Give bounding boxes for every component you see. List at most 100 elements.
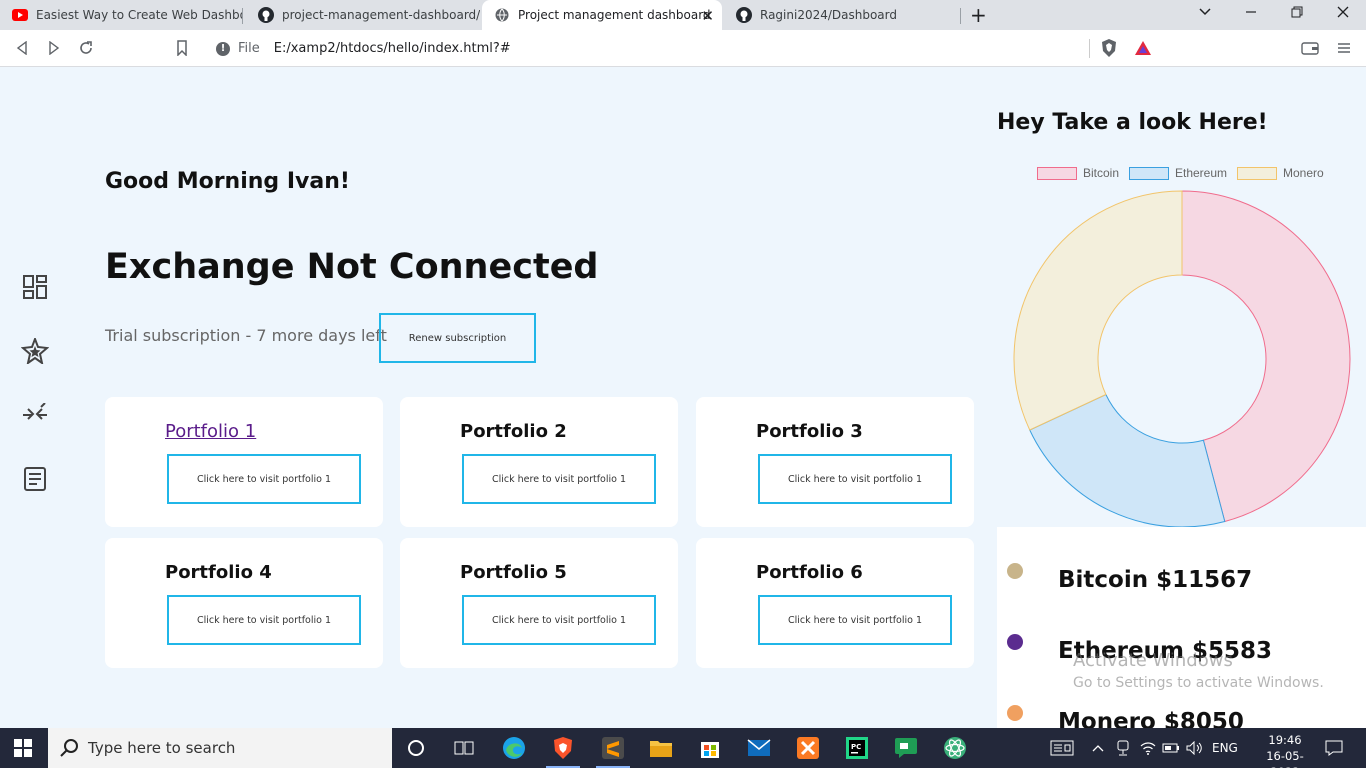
tab-title: project-management-dashboard/inde [282, 8, 480, 22]
bookmark-icon[interactable] [172, 38, 192, 58]
tray-language[interactable]: ENG [1212, 728, 1238, 768]
back-icon[interactable] [12, 38, 32, 58]
tab-project-dashboard[interactable]: Project management dashboard ✕ [482, 0, 722, 30]
brave-shields-icon[interactable] [1099, 38, 1119, 58]
dashboard-page: Good Morning Ivan! Exchange Not Connecte… [0, 67, 1366, 728]
legend-item-bitcoin[interactable]: Bitcoin [1037, 166, 1119, 180]
pycharm-icon[interactable]: PC [844, 735, 870, 761]
portfolio-3-title[interactable]: Portfolio 3 [756, 421, 863, 442]
portfolio-card-3: Portfolio 3 Click here to visit portfoli… [696, 397, 974, 527]
exchange-status-heading: Exchange Not Connected [105, 247, 599, 287]
cortana-icon[interactable] [403, 735, 429, 761]
tray-clock[interactable]: 19:46 16-05-2022 [1262, 732, 1308, 768]
xampp-icon[interactable] [795, 735, 821, 761]
search-icon [60, 738, 80, 762]
forward-icon[interactable] [44, 38, 64, 58]
trial-subscription-text: Trial subscription - 7 more days left [105, 326, 387, 345]
reload-icon[interactable] [76, 38, 96, 58]
tab-title: Project management dashboard [518, 8, 711, 22]
tab-youtube[interactable]: Easiest Way to Create Web Dashboard [0, 0, 242, 30]
legend-item-ethereum[interactable]: Ethereum [1129, 166, 1227, 180]
portfolio-card-5: Portfolio 5 Click here to visit portfoli… [400, 538, 678, 668]
dashboard-icon[interactable] [20, 272, 50, 302]
tray-wifi-icon[interactable] [1140, 728, 1156, 768]
legend-item-monero[interactable]: Monero [1237, 166, 1324, 180]
bitcoin-dot-icon [1007, 563, 1023, 579]
globe-icon [494, 7, 510, 23]
browser-toolbar: ! File E:/xamp2/htdocs/hello/index.html?… [0, 30, 1366, 67]
tray-time: 19:46 [1268, 733, 1302, 747]
svg-text:PC: PC [851, 743, 861, 751]
coin-donut-chart [1013, 190, 1351, 528]
tray-volume-icon[interactable] [1186, 728, 1204, 768]
stars-icon[interactable] [20, 336, 50, 366]
collapse-arrows-icon[interactable] [20, 400, 50, 430]
coin-item-bitcoin: Bitcoin $11567 [997, 563, 1366, 603]
coin-price-panel: Bitcoin $11567 Ethereum $5583 Monero $80… [997, 527, 1366, 728]
portfolio-5-title[interactable]: Portfolio 5 [460, 562, 567, 583]
watermark-subtitle: Go to Settings to activate Windows. [1073, 675, 1324, 691]
legend-swatch [1037, 166, 1077, 180]
tray-chevron-up-icon[interactable] [1092, 728, 1104, 768]
document-icon[interactable] [20, 464, 50, 494]
wallet-icon[interactable] [1300, 38, 1320, 58]
monero-dot-icon [1007, 705, 1023, 721]
github-icon [736, 7, 752, 23]
taskbar-search-input[interactable]: Type here to search [48, 728, 392, 768]
close-window-button[interactable] [1336, 5, 1350, 23]
portfolio-card-4: Portfolio 4 Click here to visit portfoli… [105, 538, 383, 668]
watermark-title: Activate Windows [1073, 650, 1233, 671]
tab-divider [960, 8, 961, 24]
portfolio-4-title[interactable]: Portfolio 4 [165, 562, 272, 583]
atom-icon[interactable] [942, 735, 968, 761]
edge-browser-icon[interactable] [501, 735, 527, 761]
portfolio-6-title[interactable]: Portfolio 6 [756, 562, 863, 583]
ethereum-dot-icon [1007, 634, 1023, 650]
coin-item-monero: Monero $8050 [997, 705, 1366, 728]
legend-swatch [1237, 166, 1277, 180]
restore-button[interactable] [1290, 5, 1304, 23]
microsoft-store-icon[interactable] [697, 735, 723, 761]
tab-divider [242, 8, 243, 24]
chart-title: Hey Take a look Here! [997, 110, 1268, 135]
portfolio-2-title[interactable]: Portfolio 2 [460, 421, 567, 442]
renew-subscription-button[interactable]: Renew subscription [379, 313, 536, 363]
file-explorer-icon[interactable] [648, 735, 674, 761]
portfolio-1-link[interactable]: Portfolio 1 [165, 421, 256, 442]
tab-github-project[interactable]: project-management-dashboard/inde [246, 0, 480, 30]
youtube-icon [12, 7, 28, 23]
address-bar[interactable]: ! File E:/xamp2/htdocs/hello/index.html?… [206, 35, 1161, 62]
task-view-icon[interactable] [451, 735, 477, 761]
menu-icon[interactable] [1334, 38, 1354, 58]
portfolio-card-6: Portfolio 6 Click here to visit portfoli… [696, 538, 974, 668]
new-tab-button[interactable]: + [970, 3, 987, 27]
site-info-icon[interactable]: ! [216, 41, 230, 56]
donut-slice-monero[interactable] [1013, 190, 1183, 431]
mail-icon[interactable] [746, 735, 772, 761]
tab-search-chevron-icon[interactable] [1198, 5, 1212, 23]
close-tab-icon[interactable]: ✕ [701, 7, 714, 25]
visit-portfolio-5-button[interactable]: Click here to visit portfolio 1 [462, 595, 656, 645]
browser-tab-strip: Easiest Way to Create Web Dashboard proj… [0, 0, 1366, 30]
notification-icon[interactable] [1325, 728, 1343, 768]
visit-portfolio-2-button[interactable]: Click here to visit portfolio 1 [462, 454, 656, 504]
minimize-button[interactable] [1244, 5, 1258, 23]
visit-portfolio-1-button[interactable]: Click here to visit portfolio 1 [167, 454, 361, 504]
bitcoin-price: Bitcoin $11567 [1058, 567, 1253, 593]
portfolio-card-1: Portfolio 1 Click here to visit portfoli… [105, 397, 383, 527]
tray-webcam-icon[interactable] [1116, 728, 1130, 768]
chat-app-icon[interactable] [893, 735, 919, 761]
search-placeholder: Type here to search [88, 739, 236, 757]
tab-github-ragini[interactable]: Ragini2024/Dashboard [724, 0, 960, 30]
brave-browser-icon[interactable] [546, 735, 580, 768]
sublime-text-icon[interactable] [596, 735, 630, 768]
visit-portfolio-4-button[interactable]: Click here to visit portfolio 1 [167, 595, 361, 645]
url-text[interactable]: E:/xamp2/htdocs/hello/index.html?# [274, 41, 511, 56]
tray-news-icon[interactable] [1050, 728, 1074, 768]
visit-portfolio-3-button[interactable]: Click here to visit portfolio 1 [758, 454, 952, 504]
legend-swatch [1129, 166, 1169, 180]
tray-battery-icon[interactable] [1162, 728, 1180, 768]
brave-rewards-icon[interactable] [1133, 38, 1153, 58]
visit-portfolio-6-button[interactable]: Click here to visit portfolio 1 [758, 595, 952, 645]
windows-start-icon[interactable] [14, 739, 32, 757]
